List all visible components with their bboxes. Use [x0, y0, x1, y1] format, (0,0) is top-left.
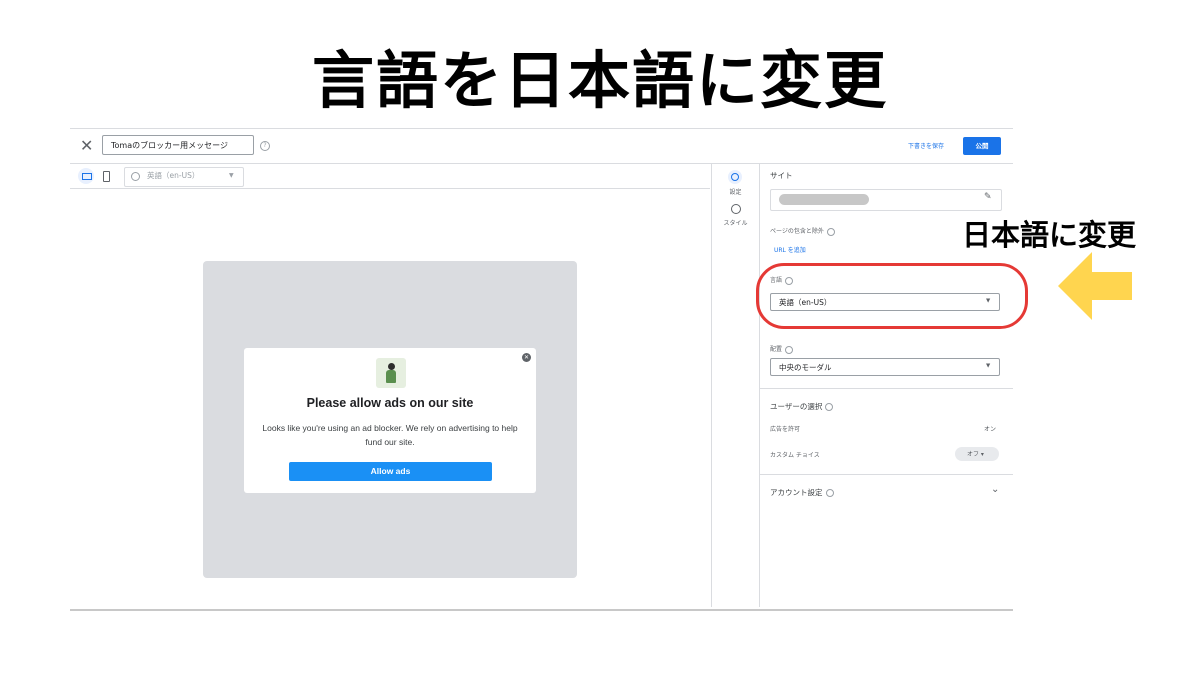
placement-label: 配置: [770, 344, 794, 354]
editor-topbar: ✕ Tomaのブロッカー用メッセージ ? 下書きを保存 公開: [70, 129, 1013, 164]
preview-language-value: 英語（en-US）: [147, 171, 200, 180]
placement-select[interactable]: 中央のモーダル ▼: [770, 358, 1000, 376]
highlight-ring: [756, 263, 1028, 329]
site-logo: [376, 358, 406, 388]
rail-item-settings[interactable]: 設定: [712, 187, 759, 196]
rail-item-style[interactable]: スタイル: [712, 218, 759, 227]
help-icon[interactable]: [825, 403, 834, 411]
edit-icon[interactable]: ✎: [984, 192, 992, 202]
custom-choice-select[interactable]: オフ ▾: [955, 447, 999, 461]
site-field[interactable]: ✎: [770, 189, 1002, 211]
chevron-down-icon: ▼: [986, 363, 991, 369]
allow-ads-value: オン: [984, 426, 997, 433]
divider: [759, 388, 1013, 389]
dialog-close-icon[interactable]: ✕: [522, 353, 531, 362]
site-label: サイト: [770, 171, 793, 180]
page-headline: 言語を日本語に変更: [311, 44, 888, 117]
chevron-down-icon[interactable]: ⌄: [991, 484, 999, 495]
publish-button[interactable]: 公開: [963, 137, 1001, 155]
globe-icon: [131, 172, 140, 181]
ad-blocker-dialog: ✕ Please allow ads on our site Looks lik…: [244, 348, 536, 493]
account-settings-label[interactable]: アカウント設定: [770, 487, 834, 498]
placement-value: 中央のモーダル: [779, 363, 832, 372]
allow-ads-button[interactable]: Allow ads: [289, 462, 492, 481]
message-name-input[interactable]: Tomaのブロッカー用メッセージ: [102, 135, 254, 155]
gear-icon[interactable]: [728, 170, 742, 184]
dialog-title: Please allow ads on our site: [306, 396, 474, 410]
pages-label: ページの包含と除外: [770, 226, 835, 236]
settings-rail: 設定 スタイル: [711, 164, 760, 607]
annotation-note: 日本語に変更: [962, 218, 1137, 252]
help-icon[interactable]: [825, 489, 834, 497]
help-icon[interactable]: ?: [260, 141, 270, 151]
save-draft-button[interactable]: 下書きを保存: [908, 141, 944, 150]
chevron-down-icon: ▼: [229, 172, 234, 179]
divider: [759, 474, 1013, 475]
editor-screenshot: ✕ Tomaのブロッカー用メッセージ ? 下書きを保存 公開 英語（en-US）…: [70, 128, 1013, 611]
add-url-link[interactable]: URL を追加: [774, 245, 806, 254]
preview-language-select[interactable]: 英語（en-US） ▼: [124, 167, 244, 187]
palette-icon[interactable]: [731, 204, 741, 214]
custom-choice-label: カスタム チョイス: [770, 452, 820, 459]
dialog-body: Looks like you're using an ad blocker. W…: [262, 423, 518, 447]
user-choice-label: ユーザーの選択: [770, 401, 834, 412]
allow-ads-label: 広告を許可: [770, 426, 801, 433]
close-icon[interactable]: ✕: [80, 136, 93, 155]
arrow-left-icon: [1058, 252, 1132, 320]
preview-toolbar: 英語（en-US） ▼: [70, 164, 710, 189]
help-icon[interactable]: [785, 345, 794, 354]
site-name-redacted: [779, 194, 869, 205]
mobile-icon[interactable]: [103, 171, 110, 182]
help-icon[interactable]: [826, 227, 835, 236]
custom-choice-value: オフ ▾: [967, 451, 984, 458]
desktop-icon[interactable]: [78, 168, 94, 184]
